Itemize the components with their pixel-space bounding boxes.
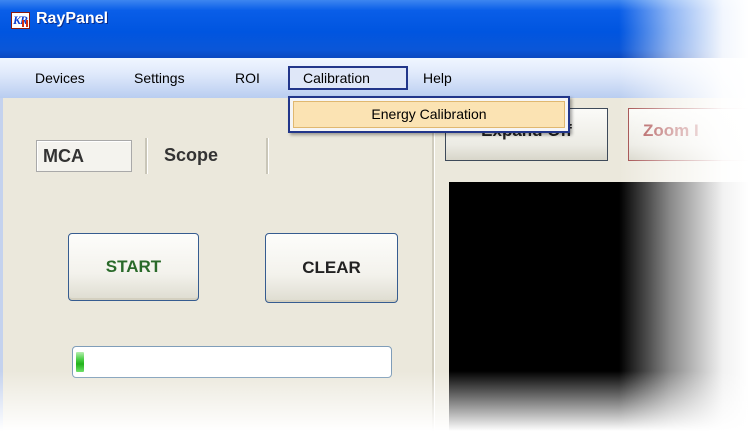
calibration-dropdown: Energy Calibration: [288, 96, 570, 133]
progress-fill: [76, 352, 84, 372]
start-button[interactable]: START: [68, 233, 199, 301]
menu-bar: Devices Settings ROI Calibration Help: [0, 58, 749, 98]
menu-roi[interactable]: ROI: [225, 66, 270, 90]
spectrum-plot-area[interactable]: [449, 182, 749, 431]
acquisition-progress-bar: [72, 346, 392, 378]
window-title: RayPanel: [36, 10, 109, 27]
menu-calibration[interactable]: Calibration: [288, 66, 408, 90]
zoom-button[interactable]: Zoom I: [628, 108, 749, 161]
menu-devices[interactable]: Devices: [25, 66, 95, 90]
panel-divider: [432, 98, 435, 431]
left-edge-divider: [0, 98, 3, 431]
clear-button[interactable]: CLEAR: [265, 233, 398, 303]
title-bar[interactable]: KR RayPanel: [0, 0, 749, 58]
tab-scope[interactable]: Scope: [150, 140, 268, 172]
app-icon-bars: [22, 20, 28, 27]
raypanel-window: KR RayPanel Devices Settings ROI Calibra…: [0, 0, 749, 431]
menu-item-energy-calibration[interactable]: Energy Calibration: [293, 101, 565, 128]
menu-help[interactable]: Help: [413, 66, 462, 90]
client-area: MCA Scope START CLEAR Expand Off Zoom I: [0, 98, 749, 431]
menu-settings[interactable]: Settings: [124, 66, 195, 90]
tab-mca[interactable]: MCA: [36, 140, 132, 172]
tab-divider: [145, 138, 148, 174]
tab-divider: [266, 138, 269, 174]
raypanel-app-icon[interactable]: KR: [11, 12, 30, 29]
